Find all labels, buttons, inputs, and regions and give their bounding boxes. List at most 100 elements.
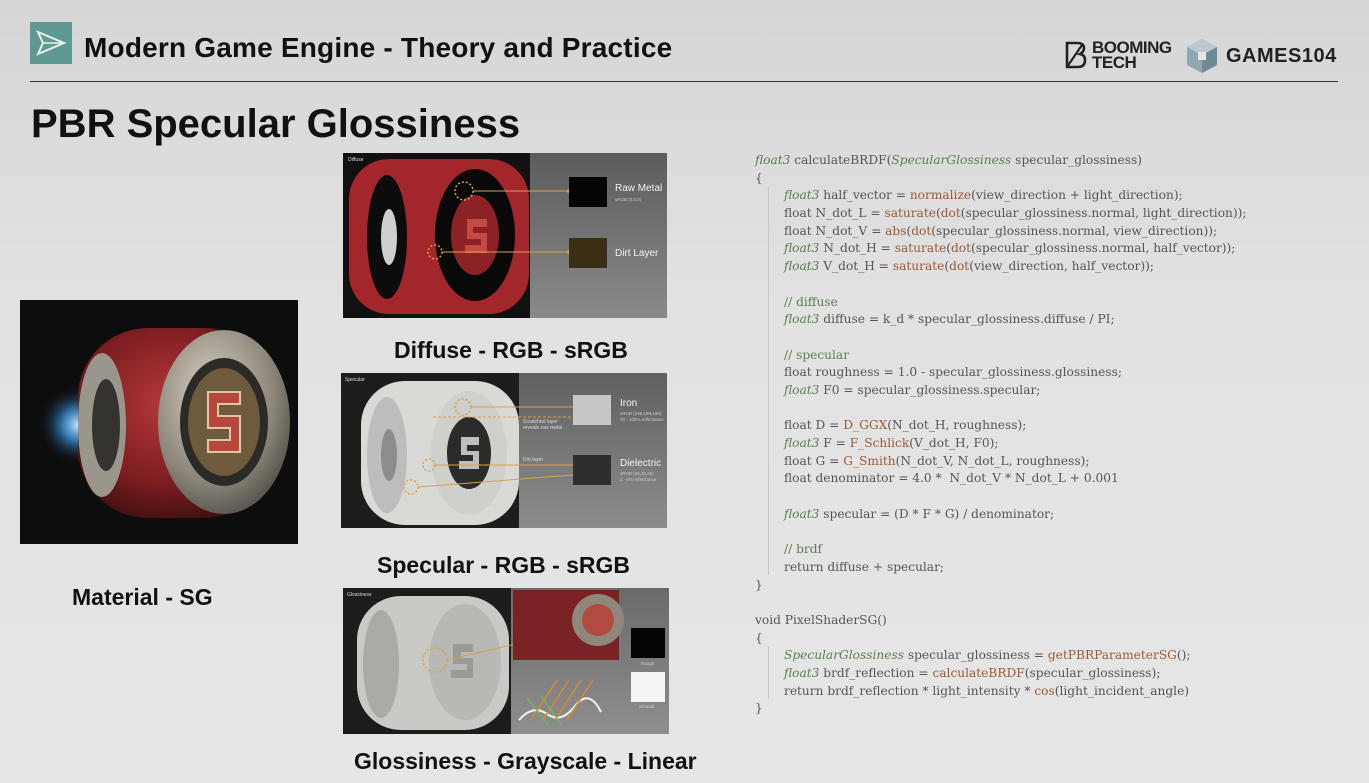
code-token: dot bbox=[949, 259, 970, 274]
code-token: V_dot_H = bbox=[819, 259, 893, 274]
specular-panel-label: Specular bbox=[345, 377, 365, 383]
code-token: D_GGX bbox=[843, 418, 888, 433]
code-token: diffuse = k_d * specular_glossiness.diff… bbox=[819, 312, 1115, 327]
deck-title: Modern Game Engine - Theory and Practice bbox=[84, 32, 673, 63]
dielectric-sub1: sRGB (35,35,35) bbox=[620, 471, 654, 476]
code-line: } bbox=[755, 700, 1345, 718]
code-token: return brdf_reflection * light_intensity… bbox=[784, 683, 1035, 698]
code-token: F = bbox=[819, 436, 850, 450]
code-token: // diffuse bbox=[784, 294, 838, 309]
code-token: float3 bbox=[784, 665, 820, 680]
specular-caption: Specular - RGB - sRGB bbox=[377, 552, 631, 578]
diffuse-panel-label: Diffuse bbox=[348, 157, 364, 163]
glossiness-caption: Glossiness - Grayscale - Linear bbox=[354, 748, 697, 774]
code-token: calculateBRDF( bbox=[790, 153, 892, 167]
code-token: return diffuse + specular; bbox=[784, 559, 945, 574]
code-token: } bbox=[755, 577, 763, 592]
cube-icon bbox=[1187, 39, 1217, 73]
material-render-image bbox=[20, 300, 298, 544]
code-token: float denominator = 4.0 * N_dot_V * N_do… bbox=[784, 471, 1119, 486]
code-token: (N_dot_H, roughness); bbox=[887, 418, 1027, 433]
tech-text: TECH bbox=[1092, 53, 1137, 72]
booming-tech-logo: BOOMING TECH bbox=[1064, 39, 1172, 72]
code-line: float roughness = 1.0 - specular_glossin… bbox=[755, 364, 1345, 382]
code-token: (view_direction, half_vector)); bbox=[969, 259, 1154, 274]
code-token: getPBRParameterSG bbox=[1047, 648, 1177, 663]
glossiness-map-image: Glossiness Rough Smooth bbox=[343, 588, 669, 734]
games104-logo: GAMES104 bbox=[1186, 38, 1337, 74]
code-line: float3 F0 = specular_glossiness.specular… bbox=[755, 382, 1345, 400]
code-token: (specular_glossiness.normal, half_vector… bbox=[971, 241, 1236, 256]
code-token: (specular_glossiness.normal, view_direct… bbox=[931, 223, 1218, 238]
code-line: return diffuse + specular; bbox=[755, 559, 1345, 577]
code-token: N_dot_H = bbox=[819, 241, 895, 256]
diffuse-map-image: Diffuse Raw Metal sRGB (0,0,0) Dirt Laye… bbox=[343, 153, 667, 318]
raw-metal-swatch bbox=[569, 177, 607, 207]
code-line: float denominator = 4.0 * N_dot_V * N_do… bbox=[755, 470, 1345, 488]
code-line: float3 half_vector = normalize(view_dire… bbox=[755, 187, 1345, 205]
code-token: dot bbox=[951, 241, 972, 256]
code-token: specular_glossiness = bbox=[903, 648, 1048, 663]
slide-title: PBR Specular Glossiness bbox=[31, 102, 521, 146]
code-line: { bbox=[755, 630, 1345, 648]
code-token: normalize bbox=[909, 188, 972, 203]
code-line: float N_dot_V = abs(dot(specular_glossin… bbox=[755, 223, 1345, 241]
dielectric-swatch bbox=[573, 455, 611, 485]
code-line: float3 V_dot_H = saturate(dot(view_direc… bbox=[755, 258, 1345, 276]
raw-metal-sub: sRGB (0,0,0) bbox=[615, 197, 642, 202]
code-token: float3 bbox=[784, 312, 820, 327]
code-token: float N_dot_L = bbox=[784, 206, 885, 221]
dielectric-label: Dielectric bbox=[620, 458, 662, 469]
iron-swatch bbox=[573, 395, 611, 425]
dirt-layer-note: Dirt layer bbox=[523, 457, 544, 463]
material-caption: Material - SG bbox=[72, 584, 213, 610]
iron-sub2: 70 - 100% reflectance bbox=[620, 417, 664, 422]
code-token: float3 bbox=[784, 241, 820, 256]
code-token: G_Smith bbox=[843, 453, 896, 468]
code-token: float3 bbox=[784, 436, 820, 450]
code-token: (N_dot_V, N_dot_L, roughness); bbox=[895, 453, 1090, 468]
iron-sub1: sRGB (196,199,199) bbox=[620, 411, 662, 416]
smooth-label: Smooth bbox=[639, 704, 655, 709]
dielectric-sub2: 2 - 8% reflectance bbox=[620, 477, 657, 482]
games104-text: GAMES104 bbox=[1226, 44, 1337, 67]
code-token: float3 bbox=[755, 153, 791, 167]
code-token: float N_dot_V = bbox=[784, 223, 886, 238]
code-token: saturate bbox=[892, 259, 945, 274]
code-token: { bbox=[755, 170, 763, 185]
paper-plane-icon bbox=[36, 30, 67, 56]
code-line: // specular bbox=[755, 347, 1345, 365]
code-token: F0 = specular_glossiness.specular; bbox=[819, 382, 1041, 397]
code-token: brdf_reflection = bbox=[819, 665, 933, 680]
code-token: (specular_glossiness); bbox=[1024, 665, 1161, 680]
code-token: float roughness = 1.0 - specular_glossin… bbox=[784, 365, 1122, 380]
code-line: float3 F = F_Schlick(V_dot_H, F0); bbox=[755, 435, 1345, 453]
code-token: (light_incident_angle) bbox=[1054, 683, 1190, 698]
code-line: return brdf_reflection * light_intensity… bbox=[755, 683, 1345, 701]
specular-map-image: Specular Scratched layer reveals raw met… bbox=[341, 373, 667, 528]
code-line: float3 specular = (D * F * G) / denomina… bbox=[755, 506, 1345, 524]
code-line: { bbox=[755, 170, 1345, 188]
code-line: float3 diffuse = k_d * specular_glossine… bbox=[755, 311, 1345, 329]
scratched-layer-note: Scratched layer reveals raw metal bbox=[523, 419, 563, 431]
code-line: void PixelShaderSG() bbox=[755, 612, 1345, 630]
glossiness-panel-label: Glossiness bbox=[347, 592, 372, 598]
code-token: cos bbox=[1034, 683, 1055, 698]
dirt-layer-label: Dirt Layer bbox=[615, 248, 659, 259]
code-token: float3 bbox=[784, 382, 820, 397]
code-token: (specular_glossiness.normal, light_direc… bbox=[960, 206, 1247, 221]
code-line: float3 calculateBRDF(SpecularGlossiness … bbox=[755, 152, 1345, 170]
code-token: saturate bbox=[894, 241, 947, 256]
code-token: SpecularGlossiness bbox=[891, 153, 1012, 167]
code-token: specular_glossiness) bbox=[1011, 153, 1142, 167]
rough-label: Rough bbox=[641, 661, 655, 666]
code-token: saturate bbox=[884, 206, 936, 221]
code-line: // brdf bbox=[755, 541, 1345, 559]
rough-swatch bbox=[631, 628, 665, 658]
raw-metal-label: Raw Metal bbox=[615, 183, 663, 194]
